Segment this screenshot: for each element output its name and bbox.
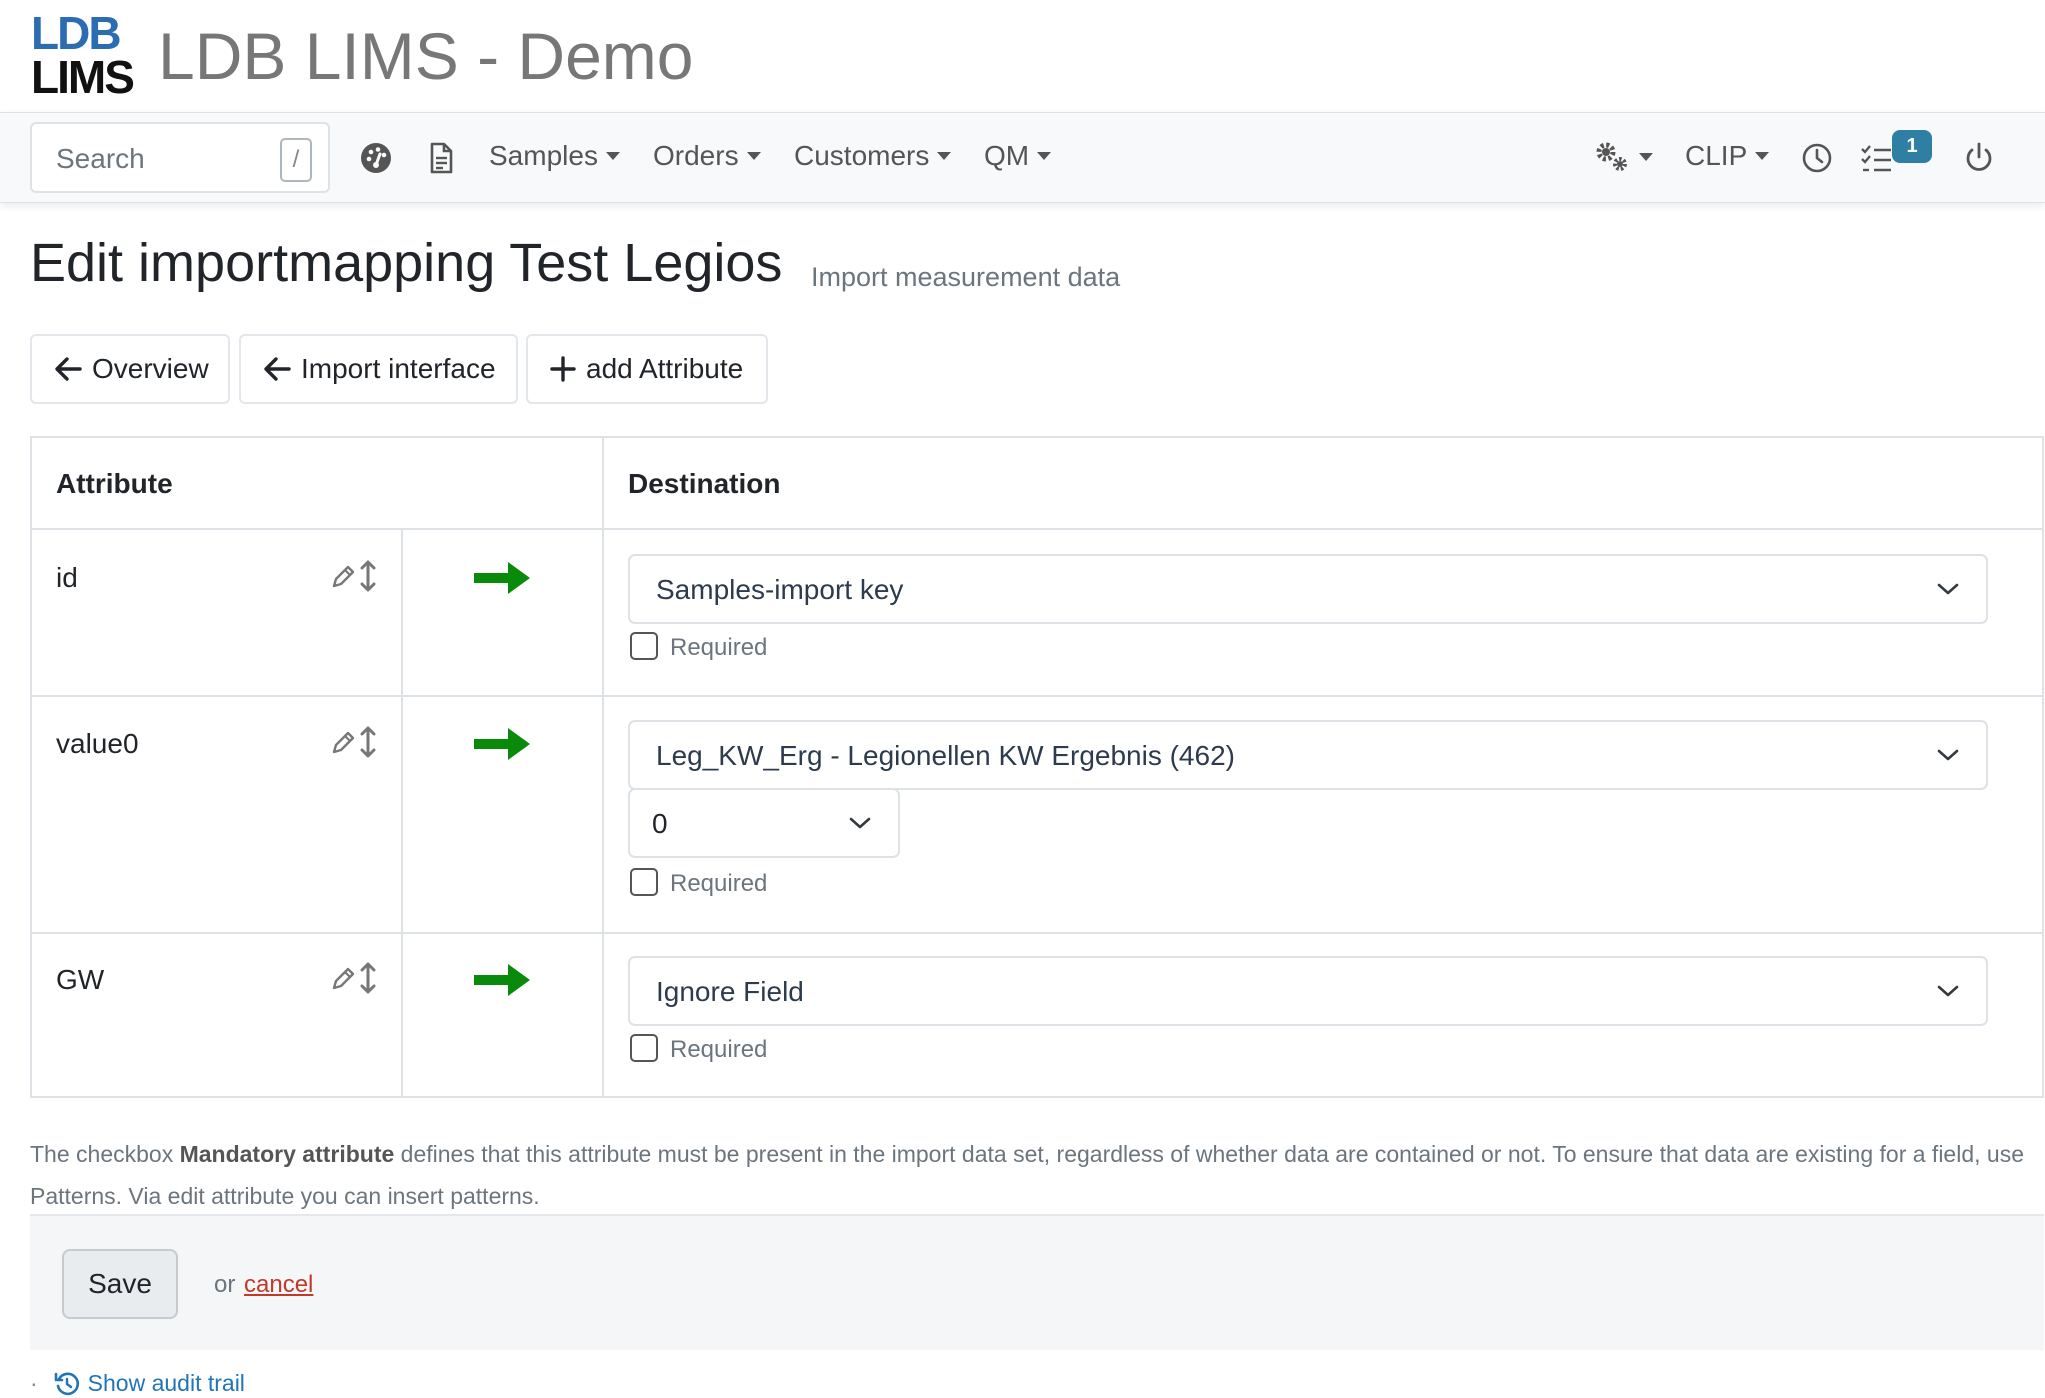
required-checkbox[interactable] bbox=[630, 1034, 658, 1062]
chevron-down-icon bbox=[746, 152, 761, 160]
row-tools bbox=[330, 962, 378, 996]
row-tools bbox=[330, 726, 378, 760]
ldb-lims-logo: LDB LIMS bbox=[31, 10, 135, 99]
clip-menu[interactable]: CLIP bbox=[1685, 140, 1770, 172]
chevron-down-icon bbox=[1937, 985, 1959, 997]
pencil-edit-icon[interactable] bbox=[330, 730, 356, 756]
chevron-down-icon bbox=[605, 152, 620, 160]
logo-line-1: LDB bbox=[31, 7, 122, 60]
chevron-down-icon bbox=[937, 152, 952, 160]
destination-select-value: Ignore Field bbox=[656, 976, 804, 1007]
row-tools bbox=[330, 560, 378, 594]
add-attribute-button[interactable]: add Attribute bbox=[526, 334, 768, 404]
page-subtitle: Import measurement data bbox=[811, 262, 1121, 292]
destination-select[interactable]: Samples-import key bbox=[628, 554, 1988, 624]
required-label: Required bbox=[670, 1036, 768, 1063]
chevron-down-icon bbox=[1639, 153, 1653, 161]
pencil-edit-icon[interactable] bbox=[330, 564, 356, 590]
power-logout-icon[interactable] bbox=[1962, 141, 1996, 175]
arrow-right-icon bbox=[474, 964, 530, 996]
search-shortcut-key: / bbox=[280, 138, 312, 182]
help-text-pre: The checkbox bbox=[30, 1141, 180, 1167]
form-actions: Save or cancel bbox=[30, 1214, 2044, 1350]
import-interface-label: Import interface bbox=[301, 353, 496, 384]
table-divider bbox=[32, 932, 2042, 934]
move-updown-icon[interactable] bbox=[360, 962, 376, 994]
required-checkbox[interactable] bbox=[630, 632, 658, 660]
plus-icon bbox=[550, 356, 576, 382]
nav-customers-menu[interactable]: Customers bbox=[794, 140, 952, 172]
add-attribute-label: add Attribute bbox=[586, 353, 744, 384]
attribute-name: id bbox=[56, 562, 78, 593]
audit-trail-link[interactable]: · Show audit trail bbox=[30, 1370, 245, 1397]
import-mapping-table: Attribute Destination id Samples-import … bbox=[30, 436, 2044, 1098]
help-text-bold: Mandatory attribute bbox=[179, 1141, 395, 1167]
attribute-name: GW bbox=[56, 964, 105, 995]
arrow-right-icon bbox=[474, 728, 530, 760]
cancel-link[interactable]: cancel bbox=[244, 1271, 313, 1299]
history-clock-icon[interactable] bbox=[1800, 141, 1834, 175]
nav-samples-label: Samples bbox=[489, 140, 598, 171]
table-divider bbox=[32, 528, 2042, 530]
destination-select[interactable]: Ignore Field bbox=[628, 956, 1988, 1026]
header-destination: Destination bbox=[628, 468, 781, 499]
move-updown-icon[interactable] bbox=[360, 726, 376, 758]
overview-label: Overview bbox=[92, 353, 209, 384]
arrow-left-icon bbox=[55, 357, 82, 381]
overview-button[interactable]: Overview bbox=[30, 334, 230, 404]
settings-menu[interactable] bbox=[1593, 140, 1653, 174]
help-text: The checkbox Mandatory attribute defines… bbox=[30, 1133, 2030, 1217]
table-divider bbox=[401, 528, 403, 1096]
app-title: LDB LIMS - Demo bbox=[158, 19, 694, 93]
chevron-down-icon bbox=[1755, 152, 1770, 160]
table-divider bbox=[32, 695, 2042, 697]
header-attribute: Attribute bbox=[56, 468, 173, 499]
required-checkbox[interactable] bbox=[630, 868, 658, 896]
table-divider bbox=[602, 438, 604, 1096]
document-icon[interactable] bbox=[424, 141, 458, 175]
gears-icon bbox=[1596, 142, 1627, 171]
nav-orders-label: Orders bbox=[653, 140, 739, 171]
or-text: or bbox=[214, 1271, 236, 1298]
index-select-value: 0 bbox=[652, 808, 668, 839]
attribute-name: value0 bbox=[56, 728, 139, 759]
move-updown-icon[interactable] bbox=[360, 560, 376, 592]
nav-qm-label: QM bbox=[984, 140, 1030, 171]
required-label: Required bbox=[670, 870, 768, 897]
chevron-down-icon bbox=[849, 817, 871, 829]
destination-select-value: Samples-import key bbox=[656, 574, 904, 605]
page-title: Edit importmapping Test Legios bbox=[30, 233, 783, 293]
nav-customers-label: Customers bbox=[794, 140, 930, 171]
bullet: · bbox=[30, 1370, 38, 1396]
pencil-edit-icon[interactable] bbox=[330, 966, 356, 992]
clip-label: CLIP bbox=[1685, 140, 1748, 171]
chevron-down-icon bbox=[1937, 749, 1959, 761]
nav-qm-menu[interactable]: QM bbox=[984, 140, 1052, 172]
brand-logo[interactable]: LDB LIMS bbox=[31, 10, 135, 99]
nav-orders-menu[interactable]: Orders bbox=[653, 140, 761, 172]
destination-select-value: Leg_KW_Erg - Legionellen KW Ergebnis (46… bbox=[656, 740, 1235, 771]
search-input[interactable]: Search / bbox=[30, 122, 330, 193]
task-list-icon[interactable] bbox=[1860, 141, 1894, 175]
chevron-down-icon bbox=[1037, 152, 1052, 160]
index-select[interactable]: 0 bbox=[628, 788, 900, 858]
dashboard-icon[interactable] bbox=[359, 141, 393, 175]
logo-line-2: LIMS bbox=[31, 51, 135, 103]
destination-select[interactable]: Leg_KW_Erg - Legionellen KW Ergebnis (46… bbox=[628, 720, 1988, 790]
arrow-left-icon bbox=[264, 357, 291, 381]
import-interface-button[interactable]: Import interface bbox=[239, 334, 518, 404]
chevron-down-icon bbox=[1937, 583, 1959, 595]
search-placeholder: Search bbox=[56, 143, 145, 174]
required-label: Required bbox=[670, 634, 768, 661]
arrow-right-icon bbox=[474, 562, 530, 594]
nav-samples-menu[interactable]: Samples bbox=[489, 140, 620, 172]
save-button[interactable]: Save bbox=[62, 1249, 178, 1319]
history-icon bbox=[54, 1372, 79, 1395]
audit-trail-label: Show audit trail bbox=[87, 1370, 245, 1396]
tasks-count-badge: 1 bbox=[1892, 130, 1932, 163]
